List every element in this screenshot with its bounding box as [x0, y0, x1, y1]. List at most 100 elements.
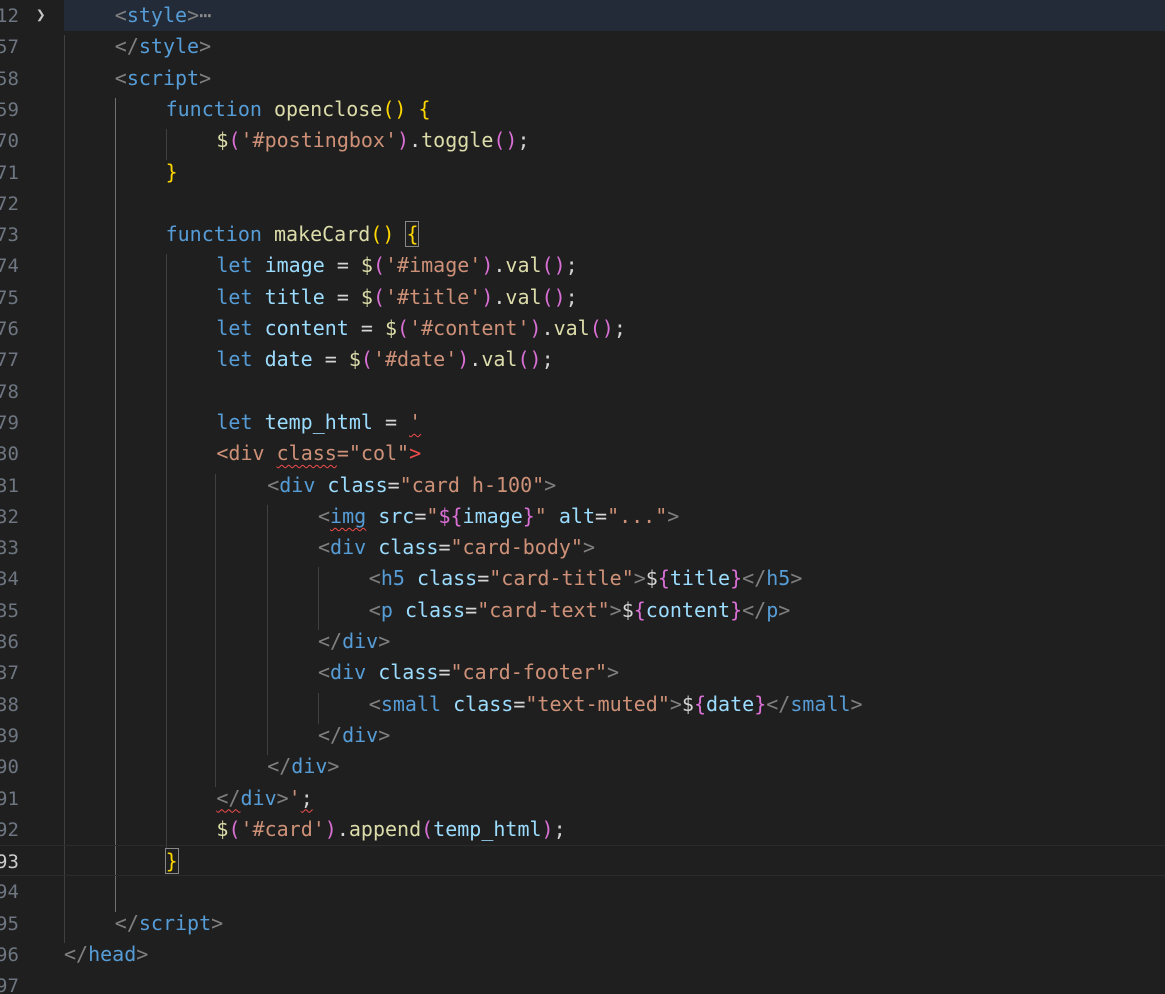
token-var: class	[327, 472, 388, 497]
token-str: '#image'	[385, 253, 482, 278]
code-text: </style>	[115, 34, 211, 58]
code-line[interactable]: 91 </div>';	[0, 783, 1165, 814]
code-line[interactable]: 76 let content = $('#content').val();	[0, 313, 1165, 344]
token-p: .	[409, 128, 422, 153]
chevron-right-icon[interactable]: ❯	[36, 3, 46, 27]
line-number: 79	[0, 411, 19, 434]
code-line[interactable]: 77 let date = $('#date').val();	[0, 344, 1165, 375]
code-text: let date = $('#date').val();	[216, 347, 553, 371]
code-text: function makeCard() {	[166, 221, 420, 248]
token-str: "card-title"	[489, 566, 634, 591]
line-number: 12	[0, 5, 19, 27]
code-line[interactable]: 12 ❯ <style>⋯	[0, 0, 1165, 32]
token-tbsq: </	[216, 785, 241, 810]
token-m: )	[541, 816, 554, 841]
code-line[interactable]: 59 function openclose() {	[0, 94, 1165, 125]
token-m: (	[397, 316, 410, 340]
code-line[interactable]: 94	[0, 876, 1165, 907]
token-p: =	[438, 660, 451, 685]
token-tb: >	[790, 566, 803, 591]
line-number: 93	[0, 851, 19, 874]
token-p: .	[336, 816, 349, 841]
token-str: '#content'	[409, 316, 530, 340]
code-line[interactable]: 72	[0, 188, 1165, 219]
line-number: 97	[0, 975, 19, 994]
token-var: date	[264, 347, 313, 372]
code-line[interactable]: 33 <div class="card-body">	[0, 532, 1165, 563]
code-line[interactable]: 38 <small class="text-muted">${date}</sma…	[0, 689, 1165, 720]
code-line[interactable]: 57 </style>	[0, 31, 1165, 62]
line-number: 77	[0, 349, 19, 372]
code-line[interactable]: 70 $('#postingbox').toggle();	[0, 125, 1165, 156]
token-tag: style	[138, 34, 200, 59]
code-line[interactable]: 95 </script>	[0, 908, 1165, 939]
code-text: </div>	[318, 723, 390, 747]
token-p: ;	[565, 284, 578, 309]
token-p: $	[621, 597, 634, 622]
token-p	[547, 504, 559, 528]
token-var: image	[462, 503, 523, 528]
token-p: .	[493, 284, 506, 309]
code-line[interactable]: 39 </div>	[0, 720, 1165, 751]
code-line[interactable]: 37 <div class="card-footer">	[0, 657, 1165, 688]
token-tb: >	[378, 629, 391, 653]
token-tb: >	[633, 566, 646, 591]
code-line[interactable]: 71}	[0, 157, 1165, 188]
token-var: class	[378, 660, 439, 685]
token-tb: </	[64, 942, 89, 966]
code-text: <div class="col">	[216, 441, 421, 465]
token-p: ;	[541, 347, 554, 372]
token-var: temp_html	[433, 816, 542, 841]
code-editor[interactable]: 12 ❯ <style>⋯ 57 </style> 58 <script> 59 functio…	[0, 0, 1165, 994]
code-line[interactable]: 78	[0, 376, 1165, 407]
code-line[interactable]: 97	[0, 970, 1165, 994]
code-line[interactable]: 31 <div class="card h-100">	[0, 470, 1165, 501]
token-tb: <	[114, 3, 127, 27]
token-tb: </	[742, 566, 767, 591]
code-text: </div>	[318, 629, 390, 653]
token-tb: >	[199, 34, 212, 59]
token-err: >	[409, 441, 422, 466]
code-line[interactable]: 30 <div class="col">	[0, 438, 1165, 469]
token-kw: let	[216, 316, 265, 340]
token-str: '#title'	[385, 284, 482, 309]
token-tag: script	[138, 910, 212, 935]
code-line[interactable]: 35 <p class="card-text">${content}</p>	[0, 595, 1165, 626]
token-fn: $	[360, 284, 373, 309]
code-line[interactable]: 93}	[0, 845, 1165, 877]
code-line[interactable]: 79 let temp_html = '	[0, 407, 1165, 438]
code-line[interactable]: 58 <script>	[0, 63, 1165, 94]
code-line[interactable]: 73 function makeCard() {	[0, 219, 1165, 250]
token-var: class	[416, 566, 478, 591]
token-m: {	[657, 566, 670, 591]
token-tag: p	[766, 597, 779, 622]
line-number: 32	[0, 505, 19, 528]
code-line[interactable]: 90 </div>	[0, 751, 1165, 782]
token-p: =	[324, 253, 361, 278]
token-kw: let	[216, 347, 265, 372]
line-number: 57	[0, 36, 19, 59]
token-str: "card-text"	[477, 597, 610, 622]
code-line[interactable]: 75 let title = $('#title').val();	[0, 282, 1165, 313]
token-tag: div	[240, 785, 277, 810]
token-tag: small	[380, 691, 442, 716]
line-number: 94	[0, 881, 19, 904]
code-line[interactable]: 34 <h5 class="card-title">${title}</h5>	[0, 563, 1165, 594]
line-number: 73	[0, 224, 19, 247]
code-line[interactable]: 92 $('#card').append(temp_html);	[0, 814, 1165, 845]
code-line[interactable]: 74 let image = $('#image').val();	[0, 250, 1165, 281]
token-tag: div	[330, 660, 367, 685]
token-m: (	[228, 816, 241, 841]
token-tb: </	[114, 910, 139, 935]
line-number: 78	[0, 380, 19, 403]
token-g: ()	[382, 96, 407, 121]
code-line[interactable]: 96 </head>	[0, 939, 1165, 970]
code-line[interactable]: 32 <img src="${image}" alt="...">	[0, 501, 1165, 532]
code-line[interactable]: 36 </div>	[0, 626, 1165, 657]
token-fn: $	[348, 347, 361, 372]
token-str: "	[426, 503, 439, 528]
code-text: <h5 class="card-title">${title}</h5>	[369, 566, 803, 590]
token-fn: toggle	[421, 128, 494, 153]
token-var: content	[645, 597, 731, 622]
token-tagsq: img	[330, 503, 367, 528]
